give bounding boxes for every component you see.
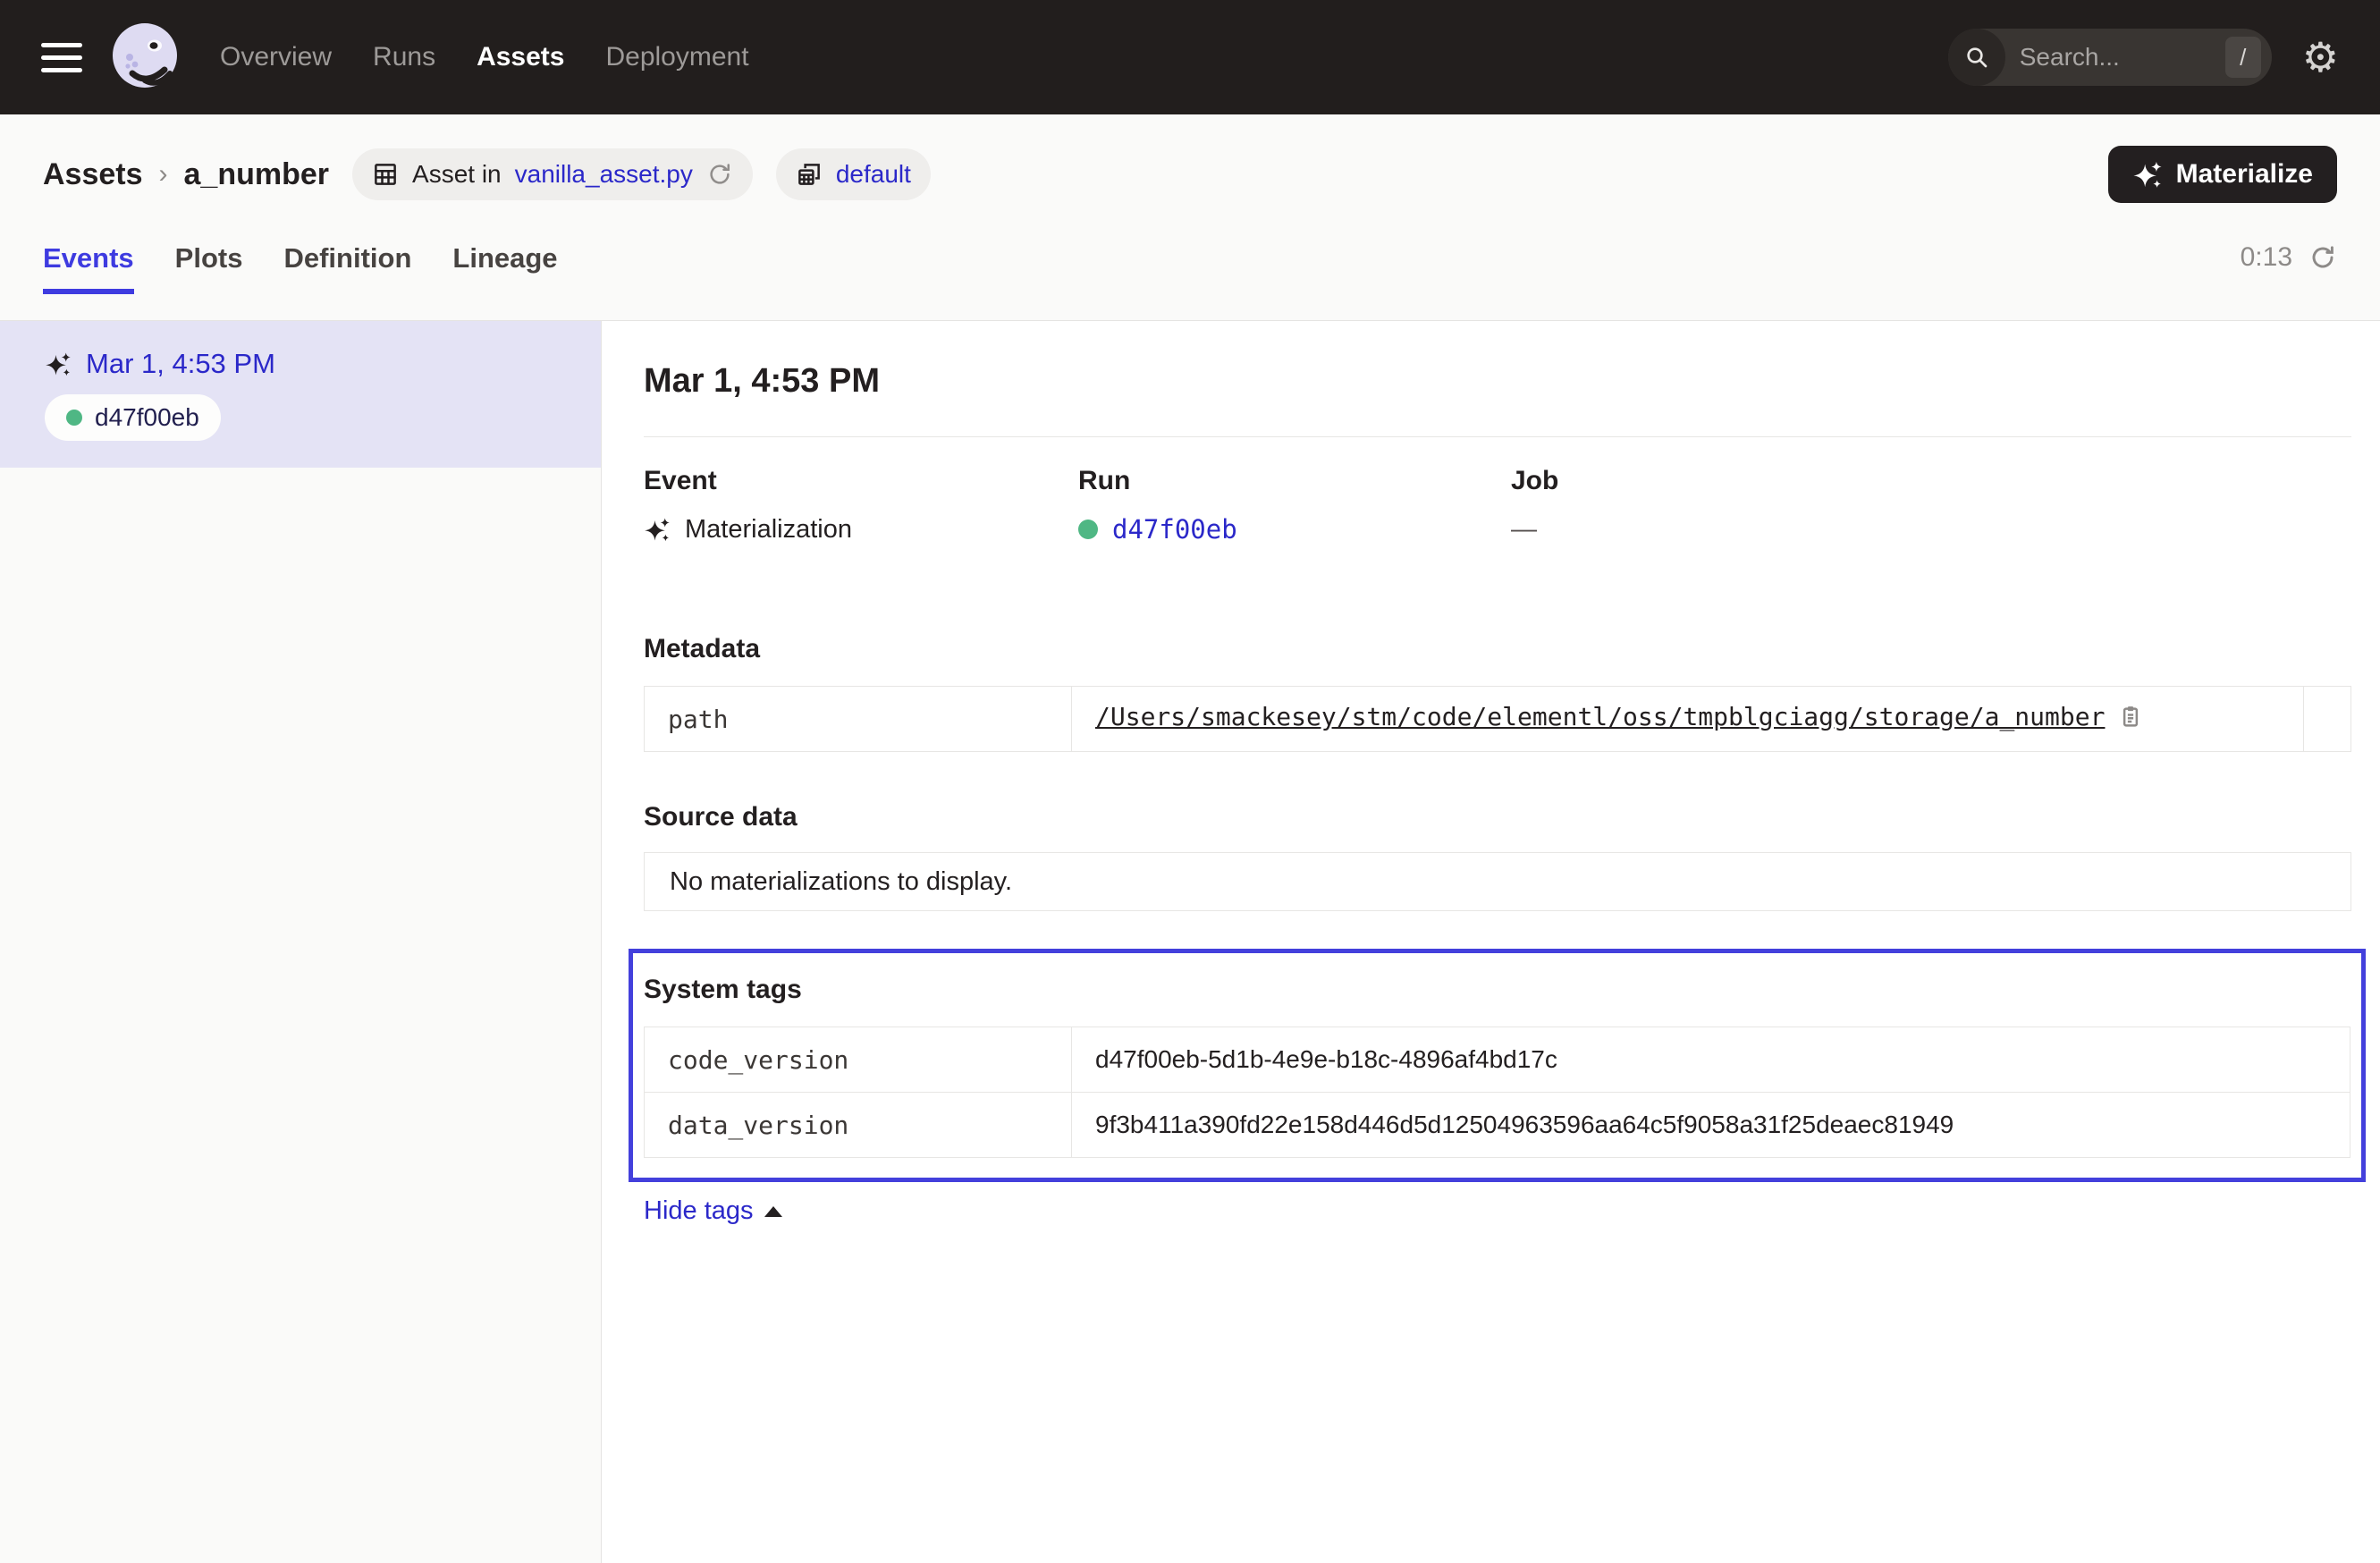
run-status-dot xyxy=(66,410,82,426)
event-timestamp: Mar 1, 4:53 PM xyxy=(86,348,275,380)
tab-plots[interactable]: Plots xyxy=(175,242,243,294)
nav-assets[interactable]: Assets xyxy=(477,42,564,72)
system-tag-value: d47f00eb-5d1b-4e9e-b18c-4896af4bd17c xyxy=(1072,1027,2350,1093)
asset-group-badge[interactable]: default xyxy=(776,148,931,200)
event-summary-grid: Event Run Job Materialization d47f00eb — xyxy=(644,466,2351,545)
system-tags-highlight-box: System tags code_version d47f00eb-5d1b-4… xyxy=(629,949,2366,1182)
run-status-dot xyxy=(1078,520,1098,539)
refresh-timer: 0:13 xyxy=(2241,242,2292,273)
divider xyxy=(644,436,2351,437)
event-heading: Mar 1, 4:53 PM xyxy=(644,362,2351,401)
system-tags-section-title: System tags xyxy=(644,975,2350,1005)
source-data-empty-state: No materializations to display. xyxy=(644,852,2351,911)
sparkles-icon xyxy=(2132,159,2163,190)
asset-file-link[interactable]: vanilla_asset.py xyxy=(515,160,693,189)
table-row: code_version d47f00eb-5d1b-4e9e-b18c-489… xyxy=(645,1027,2350,1093)
materialize-label: Materialize xyxy=(2176,159,2313,190)
asset-header: Assets › a_number Asset in vanilla_asset… xyxy=(0,114,2380,321)
refresh-icon[interactable] xyxy=(2308,243,2337,272)
menu-icon[interactable] xyxy=(41,43,82,72)
event-column-label: Event xyxy=(644,466,1078,496)
run-id-label: d47f00eb xyxy=(95,403,199,432)
run-id-link[interactable]: d47f00eb xyxy=(1112,514,1237,545)
asset-tabs: Events Plots Definition Lineage xyxy=(43,242,558,294)
event-detail-panel: Mar 1, 4:53 PM Event Run Job Materializa… xyxy=(602,321,2380,1563)
metadata-key: path xyxy=(645,687,1072,752)
system-tags-table: code_version d47f00eb-5d1b-4e9e-b18c-489… xyxy=(644,1027,2350,1158)
job-empty-value: — xyxy=(1511,514,2351,545)
copy-icon[interactable] xyxy=(2117,708,2144,736)
job-column-label: Job xyxy=(1511,466,2351,496)
tab-lineage[interactable]: Lineage xyxy=(452,242,557,294)
hide-tags-label: Hide tags xyxy=(644,1196,754,1226)
metadata-action-cell xyxy=(2304,687,2351,752)
system-tag-key: code_version xyxy=(645,1027,1072,1093)
asset-definition-badge[interactable]: Asset in vanilla_asset.py xyxy=(352,148,753,200)
system-tag-value: 9f3b411a390fd22e158d446d5d12504963596aa6… xyxy=(1072,1093,2350,1158)
event-list-sidebar: Mar 1, 4:53 PM d47f00eb xyxy=(0,321,602,1563)
event-type-value: Materialization xyxy=(685,515,852,545)
nav-overview[interactable]: Overview xyxy=(220,42,332,72)
breadcrumb: Assets › a_number xyxy=(43,157,329,192)
caret-up-icon xyxy=(764,1206,782,1217)
materialization-sparkles-icon xyxy=(45,351,72,377)
breadcrumb-separator: › xyxy=(159,159,168,190)
metadata-table: path /Users/smackesey/stm/code/elementl/… xyxy=(644,686,2351,752)
tab-events[interactable]: Events xyxy=(43,242,134,294)
tab-definition[interactable]: Definition xyxy=(283,242,411,294)
search-shortcut-hint: / xyxy=(2225,37,2261,78)
system-tag-key: data_version xyxy=(645,1093,1072,1158)
hide-tags-link[interactable]: Hide tags xyxy=(644,1196,782,1226)
breadcrumb-assets-link[interactable]: Assets xyxy=(43,157,143,192)
run-column-label: Run xyxy=(1078,466,1511,496)
search-icon xyxy=(1948,29,2005,86)
asset-group-link[interactable]: default xyxy=(836,160,911,189)
asset-definition-prefix: Asset in xyxy=(412,160,502,189)
metadata-section-title: Metadata xyxy=(644,634,2351,664)
nav-deployment[interactable]: Deployment xyxy=(605,42,748,72)
materialization-sparkles-icon xyxy=(644,516,671,543)
metadata-path-link[interactable]: /Users/smackesey/stm/code/elementl/oss/t… xyxy=(1095,702,2105,731)
settings-gear-icon[interactable]: ⚙ xyxy=(2302,37,2339,78)
event-list-item-selected[interactable]: Mar 1, 4:53 PM d47f00eb xyxy=(0,321,601,468)
run-id-badge[interactable]: d47f00eb xyxy=(45,394,221,441)
reload-location-icon[interactable] xyxy=(706,161,733,188)
primary-nav: Overview Runs Assets Deployment xyxy=(220,42,749,72)
table-row: data_version 9f3b411a390fd22e158d446d5d1… xyxy=(645,1093,2350,1158)
source-data-section-title: Source data xyxy=(644,802,2351,832)
search-input[interactable] xyxy=(2020,43,2225,72)
table-row: path /Users/smackesey/stm/code/elementl/… xyxy=(645,687,2351,752)
nav-runs[interactable]: Runs xyxy=(373,42,435,72)
search-box[interactable]: / xyxy=(1948,29,2272,86)
dagster-logo[interactable] xyxy=(105,18,184,97)
breadcrumb-current-asset: a_number xyxy=(184,157,330,192)
top-navigation-bar: Overview Runs Assets Deployment / ⚙ xyxy=(0,0,2380,114)
grid-icon xyxy=(372,161,399,188)
asset-group-icon xyxy=(796,161,823,188)
materialize-button[interactable]: Materialize xyxy=(2108,146,2337,203)
